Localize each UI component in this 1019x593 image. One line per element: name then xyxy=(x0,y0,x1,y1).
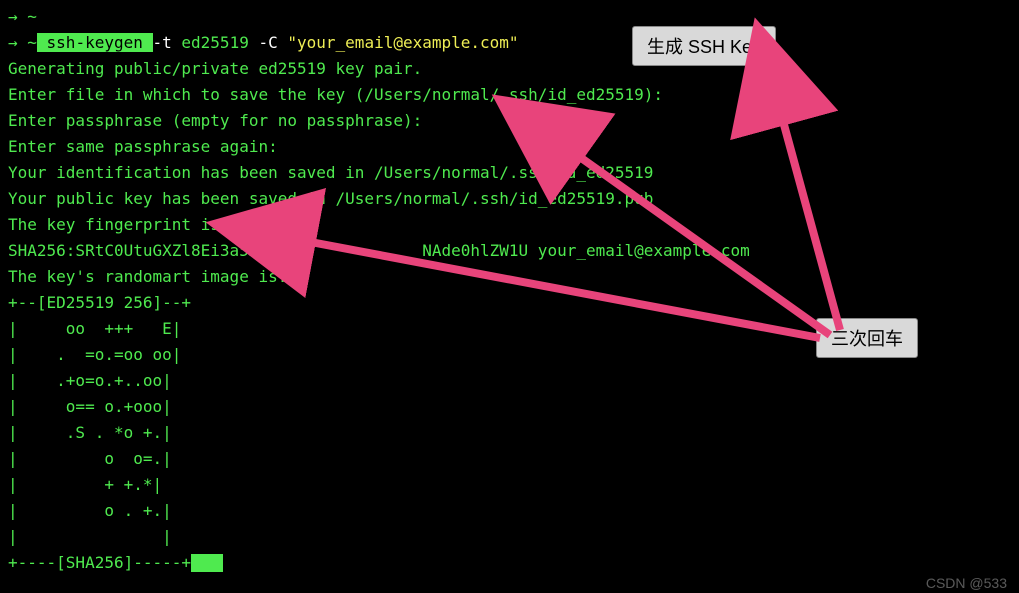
prompt-arrow-icon: → xyxy=(8,33,18,52)
terminal-output-line: SHA256:SRtC0UtuGXZl8Ei3a5xJ/W NAde0hlZW1… xyxy=(8,238,1011,264)
command-name: ssh-keygen xyxy=(37,33,153,52)
terminal-window[interactable]: → ~ → ~ ssh-keygen -t ed25519 -C "your_e… xyxy=(0,0,1019,593)
terminal-randomart-line: | .S . *o +.| xyxy=(8,420,1011,446)
terminal-output-line: Generating public/private ed25519 key pa… xyxy=(8,56,1011,82)
terminal-output-line: Enter same passphrase again: xyxy=(8,134,1011,160)
annotation-label-generate-key: 生成 SSH Key xyxy=(632,26,776,66)
watermark-text: CSDN @533 xyxy=(926,575,1007,591)
terminal-output-line: The key fingerprint is: xyxy=(8,212,1011,238)
terminal-line: → ~ xyxy=(8,4,1011,30)
terminal-randomart-line: | + +.*| xyxy=(8,472,1011,498)
prompt-tilde: ~ xyxy=(18,33,37,52)
annotation-label-enter-three-times: 三次回车 xyxy=(816,318,918,358)
terminal-randomart-line: | .+o=o.+..oo| xyxy=(8,368,1011,394)
command-space xyxy=(278,33,288,52)
prompt-tilde: ~ xyxy=(18,7,37,26)
terminal-randomart-line: +--[ED25519 256]--+ xyxy=(8,290,1011,316)
terminal-randomart-line: | o== o.+ooo| xyxy=(8,394,1011,420)
terminal-randomart-line: | o . +.| xyxy=(8,498,1011,524)
terminal-output-line: Your public key has been saved in /Users… xyxy=(8,186,1011,212)
terminal-randomart-line: +----[SHA256]-----+ xyxy=(8,550,1011,576)
cursor-icon xyxy=(191,554,223,572)
terminal-output-line: Enter passphrase (empty for no passphras… xyxy=(8,108,1011,134)
command-value: ed25519 xyxy=(172,33,259,52)
terminal-command-line: → ~ ssh-keygen -t ed25519 -C "your_email… xyxy=(8,30,1011,56)
command-flag: -t xyxy=(153,33,172,52)
terminal-output-line: Enter file in which to save the key (/Us… xyxy=(8,82,1011,108)
terminal-randomart-text: +----[SHA256]-----+ xyxy=(8,553,191,572)
command-flag: -C xyxy=(258,33,277,52)
command-quoted: "your_email@example.com" xyxy=(287,33,518,52)
prompt-arrow-icon: → xyxy=(8,7,18,26)
terminal-randomart-line: | o o=.| xyxy=(8,446,1011,472)
terminal-output-line: Your identification has been saved in /U… xyxy=(8,160,1011,186)
terminal-randomart-line: | | xyxy=(8,524,1011,550)
terminal-output-line: The key's randomart image is: xyxy=(8,264,1011,290)
